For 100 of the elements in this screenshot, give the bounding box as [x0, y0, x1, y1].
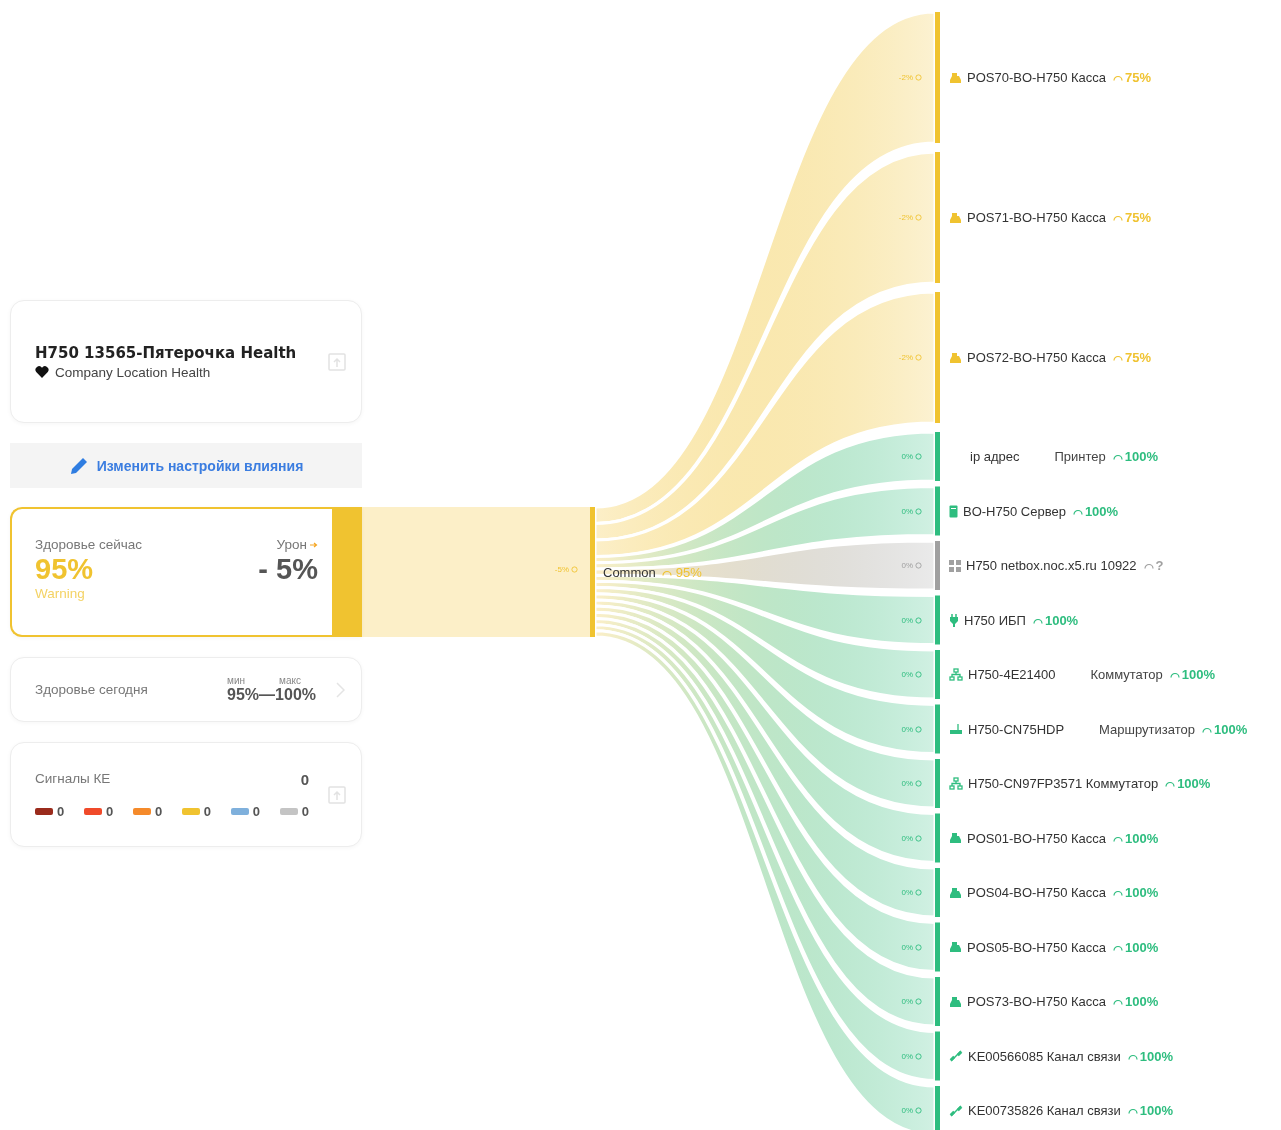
health-value: 100%	[1084, 503, 1119, 519]
gauge-icon	[1127, 1107, 1138, 1114]
export-icon[interactable]	[327, 784, 347, 805]
impact-value: 0%	[901, 452, 913, 461]
impact-value: 0%	[901, 506, 913, 516]
gauge-icon	[1113, 834, 1124, 842]
gauge-icon	[1201, 725, 1212, 733]
cash-register-icon	[949, 211, 962, 224]
damage-label: Урон	[276, 537, 307, 552]
export-icon[interactable]	[327, 351, 347, 372]
circle-icon	[915, 214, 922, 221]
health-value: 100%	[1125, 939, 1159, 955]
gauge-icon	[1113, 998, 1124, 1005]
circle-icon	[915, 453, 922, 460]
chevron-icon	[336, 681, 345, 698]
health-value: 100%	[1125, 885, 1159, 900]
gauge-icon	[1113, 354, 1124, 361]
arrow-icon	[310, 541, 318, 548]
impact-value: -2%	[898, 73, 913, 82]
gauge-icon	[1113, 74, 1124, 81]
gauge-icon	[1113, 214, 1124, 221]
health-value: 95%	[675, 564, 702, 580]
node-name: H750-4E21400	[968, 667, 1056, 682]
today-label: Здоровье сегодня	[35, 682, 149, 697]
health-value: ?	[1155, 558, 1164, 573]
severity-count: 0	[252, 803, 261, 819]
gauge-icon	[1112, 453, 1123, 460]
health-value: 100%	[1181, 667, 1216, 682]
link-icon	[949, 1103, 963, 1118]
impact-value: 0%	[901, 833, 913, 843]
health-value: 100%	[1124, 449, 1159, 464]
node-name: POS70-BO-H750 Касса	[967, 70, 1107, 85]
cash-register-icon	[949, 995, 962, 1008]
node-type: Маршрутизатор	[1099, 721, 1195, 737]
severity-count: 0	[57, 803, 65, 819]
circle-icon	[915, 889, 922, 896]
node-name: KE00566085 Канал связи	[968, 1048, 1121, 1064]
cash-register-icon	[949, 71, 962, 84]
node-name: POS05-BO-H750 Касса	[967, 939, 1107, 955]
location-title: H750 13565-Пятерочка Health	[35, 343, 297, 362]
severity-count: 0	[301, 803, 309, 819]
node-name: POS72-BO-H750 Касса	[967, 350, 1107, 365]
circle-icon	[915, 1107, 922, 1114]
cash-register-icon	[949, 941, 962, 953]
heart-icon	[35, 366, 49, 378]
plug-icon	[949, 613, 959, 627]
cash-register-icon	[949, 886, 962, 899]
network-icon	[949, 777, 963, 790]
node-name: H750 netbox.noc.x5.ru 10922	[966, 558, 1137, 573]
grid-icon	[949, 559, 961, 572]
health-value: 100%	[1139, 1103, 1173, 1118]
impact-value: 0%	[901, 942, 913, 952]
impact-value: 0%	[901, 1051, 913, 1061]
range-dash: —	[259, 686, 276, 704]
router-icon	[949, 723, 963, 735]
health-label: Здоровье сейчас	[35, 537, 143, 552]
severity-count: 0	[203, 803, 212, 819]
gauge-icon	[1127, 1052, 1138, 1060]
cash-register-icon	[949, 832, 962, 844]
circle-icon	[915, 616, 922, 624]
impact-value: 0%	[901, 615, 913, 625]
gauge-icon	[1072, 507, 1083, 515]
health-value: 75%	[1125, 210, 1152, 225]
edit-settings-button[interactable]: Изменить настройки влияния	[10, 443, 362, 488]
impact-value: 0%	[901, 997, 913, 1006]
impact-value: 0%	[901, 724, 913, 734]
severity-count: 0	[154, 803, 163, 819]
min-value: 95%	[227, 686, 260, 704]
impact-value: -2%	[898, 213, 913, 222]
max-label: макс	[279, 675, 301, 686]
node-name: H750 ИБП	[964, 612, 1026, 628]
gauge-icon	[661, 568, 672, 576]
circle-icon	[915, 671, 922, 678]
node-name: Common	[603, 564, 656, 580]
severity-count: 0	[105, 803, 114, 819]
circle-icon	[915, 943, 922, 951]
gauge-icon	[1165, 780, 1176, 787]
circle-icon	[915, 562, 922, 569]
signals-total: 0	[300, 770, 309, 788]
health-value: 100%	[1125, 994, 1159, 1009]
impact-value: 0%	[901, 670, 913, 679]
node-name: POS71-BO-H750 Касса	[967, 210, 1107, 225]
max-value: 100%	[275, 686, 316, 704]
impact-value: 0%	[901, 888, 913, 897]
health-value: 100%	[1139, 1048, 1173, 1064]
cash-register-icon	[949, 351, 962, 364]
gauge-icon	[1032, 616, 1043, 624]
health-value: 100%	[1177, 776, 1211, 791]
circle-icon	[915, 998, 922, 1005]
node-name: POS04-BO-H750 Касса	[967, 885, 1107, 900]
node-name: ip адрес	[970, 449, 1020, 464]
circle-icon	[915, 1052, 922, 1060]
gauge-icon	[1113, 889, 1124, 896]
health-value: 100%	[1125, 830, 1159, 846]
circle-icon	[571, 566, 578, 573]
impact-value: 0%	[901, 779, 913, 788]
health-today-card[interactable]: Здоровье сегодня мин макс 95%—100%	[10, 657, 362, 722]
signals-label: Сигналы КЕ	[35, 770, 111, 788]
damage-value: - 5%	[258, 552, 318, 586]
impact-value: 0%	[901, 1106, 913, 1115]
